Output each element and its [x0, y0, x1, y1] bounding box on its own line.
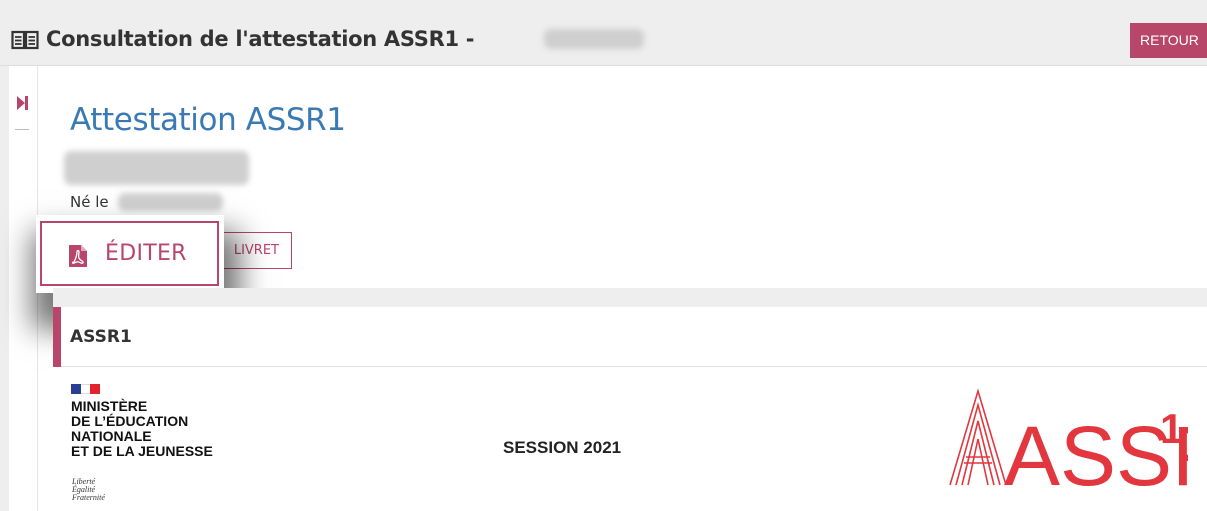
birth-date-label: Né le [70, 193, 109, 211]
assr-logo-superscript: 1 [1160, 405, 1183, 452]
retour-button[interactable]: RETOUR [1130, 23, 1207, 58]
side-panel-tab [9, 66, 38, 511]
page-header: Consultation de l'attestation ASSR1 - RE… [0, 0, 1207, 66]
book-open-icon [11, 30, 39, 56]
motto-line: Fraternité [72, 493, 105, 502]
pdf-file-icon [68, 245, 88, 273]
session-label: SESSION 2021 [503, 438, 622, 457]
section-accent-bar [53, 307, 61, 367]
editer-label: ÉDITER [105, 241, 187, 266]
ministry-name: MINISTÈRE DE L’ÉDUCATION NATIONALE ET DE… [71, 399, 213, 459]
section-spacer [53, 288, 1207, 307]
sidebar-expand-icon[interactable] [16, 96, 29, 115]
editer-button[interactable]: ÉDITER [40, 221, 219, 286]
marianne-flag-icon [71, 384, 100, 394]
section-header: ASSR1 [53, 307, 1207, 367]
assr-logo: ASSR 1 [949, 388, 1188, 492]
page-title: Consultation de l'attestation ASSR1 - [46, 27, 475, 51]
ministry-line: NATIONALE [71, 428, 152, 444]
redacted-birth-date [118, 193, 223, 211]
ministry-line: DE L’ÉDUCATION [71, 413, 189, 429]
section-title: ASSR1 [70, 327, 132, 347]
attestation-title: Attestation ASSR1 [70, 102, 346, 138]
republic-motto: Liberté Égalité Fraternité [72, 478, 105, 502]
ministry-line: MINISTÈRE [71, 398, 148, 414]
attestation-preview: MINISTÈRE DE L’ÉDUCATION NATIONALE ET DE… [53, 367, 1207, 511]
left-gutter [0, 66, 9, 511]
ministry-line: ET DE LA JEUNESSE [71, 443, 213, 459]
side-divider [15, 129, 29, 130]
redacted-student-name [64, 151, 249, 185]
redacted-name [544, 29, 644, 49]
